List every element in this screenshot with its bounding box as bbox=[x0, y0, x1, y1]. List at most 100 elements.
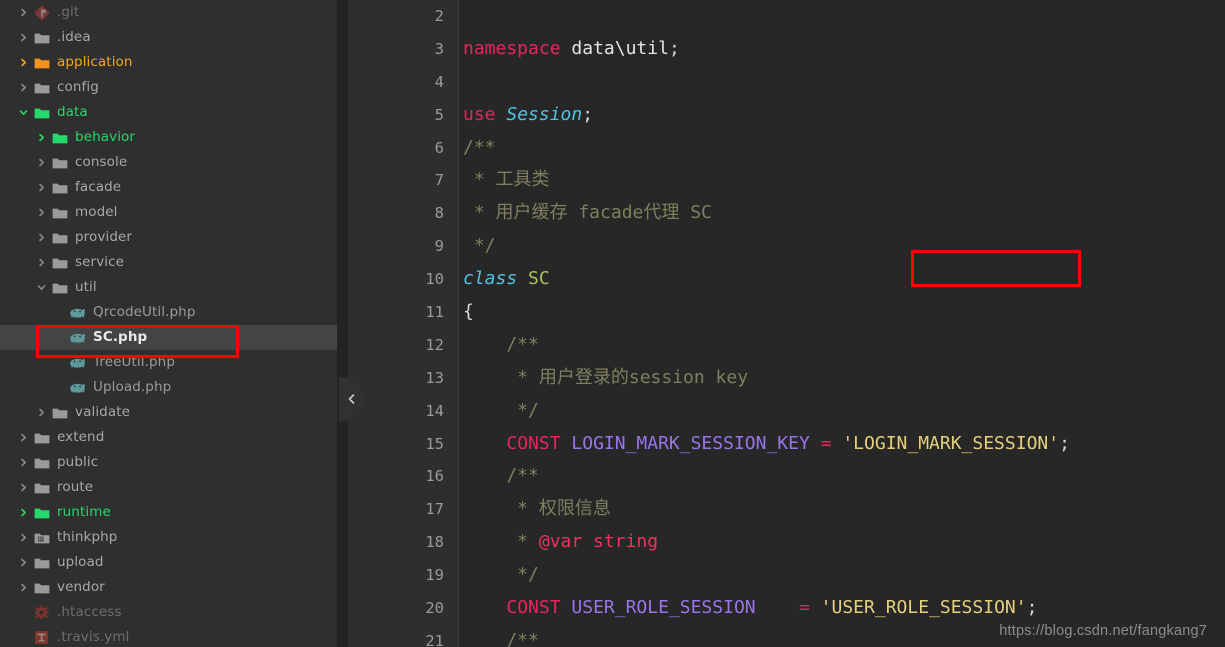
chevron-right-icon[interactable] bbox=[18, 82, 29, 93]
watermark-text: https://blog.csdn.net/fangkang7 bbox=[999, 623, 1207, 639]
tree-item-data[interactable]: data bbox=[0, 100, 337, 125]
tree-item-travis-yml[interactable]: .travis.yml bbox=[0, 625, 337, 647]
tree-item-runtime[interactable]: runtime bbox=[0, 500, 337, 525]
tree-item-label: QrcodeUtil.php bbox=[93, 303, 196, 320]
code-token: */ bbox=[463, 235, 496, 257]
chevron-right-icon[interactable] bbox=[18, 457, 29, 468]
tree-item-provider[interactable]: provider bbox=[0, 225, 337, 250]
code-line[interactable]: class SC bbox=[459, 263, 1225, 296]
chevron-right-icon[interactable] bbox=[18, 582, 29, 593]
folder-icon bbox=[33, 29, 50, 46]
code-line[interactable]: /** bbox=[459, 132, 1225, 165]
tree-item-vendor[interactable]: vendor bbox=[0, 575, 337, 600]
chevron-right-icon[interactable] bbox=[36, 407, 47, 418]
chevron-right-icon[interactable] bbox=[36, 157, 47, 168]
chevron-right-icon[interactable] bbox=[36, 132, 47, 143]
tree-item-public[interactable]: public bbox=[0, 450, 337, 475]
chevron-right-icon[interactable] bbox=[36, 207, 47, 218]
folder-icon bbox=[51, 154, 68, 171]
tree-item-treeutil-php[interactable]: TreeUtil.php bbox=[0, 350, 337, 375]
tree-item-application[interactable]: application bbox=[0, 50, 337, 75]
tree-item-label: .idea bbox=[57, 28, 91, 45]
tree-item-idea[interactable]: .idea bbox=[0, 25, 337, 50]
chevron-right-icon[interactable] bbox=[36, 257, 47, 268]
code-text-area[interactable]: namespace data\util; use Session; /** * 工… bbox=[459, 0, 1225, 647]
tree-item-git[interactable]: .git bbox=[0, 0, 337, 25]
tree-item-service[interactable]: service bbox=[0, 250, 337, 275]
chevron-right-icon[interactable] bbox=[18, 57, 29, 68]
tree-item-upload-php[interactable]: Upload.php bbox=[0, 375, 337, 400]
code-token: * 权限信息 bbox=[463, 498, 611, 520]
editor-pane[interactable]: 2 3 4 5 6 7 8 9 10 11 12 13 14 15 16 17 18 19 20 21 namespa… bbox=[348, 0, 1225, 647]
code-line[interactable]: CONST USER_ROLE_SESSION = 'USER_ROLE_SES… bbox=[459, 592, 1225, 625]
code-line[interactable]: * 用户缓存 facade代理 SC bbox=[459, 197, 1225, 230]
chevron-down-icon[interactable] bbox=[36, 282, 47, 293]
chevron-right-icon[interactable] bbox=[18, 482, 29, 493]
line-number: 3 bbox=[434, 39, 444, 58]
line-number: 14 bbox=[425, 401, 444, 420]
tree-item-qrcodeutil-php[interactable]: QrcodeUtil.php bbox=[0, 300, 337, 325]
tool-window-divider[interactable] bbox=[337, 0, 363, 647]
tree-item-extend[interactable]: extend bbox=[0, 425, 337, 450]
tree-item-behavior[interactable]: behavior bbox=[0, 125, 337, 150]
code-line[interactable]: { bbox=[459, 296, 1225, 329]
chevron-right-icon[interactable] bbox=[18, 432, 29, 443]
tree-item-label: facade bbox=[75, 178, 122, 195]
code-line[interactable]: * 用户登录的session key bbox=[459, 362, 1225, 395]
tree-item-route[interactable]: route bbox=[0, 475, 337, 500]
code-line[interactable]: use Session; bbox=[459, 99, 1225, 132]
chevron-right-icon[interactable] bbox=[18, 557, 29, 568]
chevron-right-icon[interactable] bbox=[36, 182, 47, 193]
code-token: */ bbox=[463, 399, 539, 421]
chevron-right-icon[interactable] bbox=[18, 532, 29, 543]
tree-item-sc-php[interactable]: SC.php bbox=[0, 325, 337, 350]
code-token: = bbox=[820, 432, 832, 454]
line-number: 17 bbox=[425, 500, 444, 519]
code-line[interactable]: /** bbox=[459, 329, 1225, 362]
folder-icon bbox=[51, 179, 68, 196]
code-line[interactable]: namespace data\util; bbox=[459, 33, 1225, 66]
php-file-icon bbox=[69, 329, 86, 346]
code-line[interactable] bbox=[459, 0, 1225, 33]
tree-item-upload[interactable]: upload bbox=[0, 550, 337, 575]
code-token: 'USER_ROLE_SESSION' bbox=[820, 597, 1027, 619]
code-token: ; bbox=[668, 37, 680, 59]
code-token: = bbox=[798, 597, 810, 619]
tree-item-label: upload bbox=[57, 553, 104, 570]
folder-icon bbox=[51, 279, 68, 296]
folder-green-icon bbox=[33, 104, 50, 121]
tree-item-util[interactable]: util bbox=[0, 275, 337, 300]
tree-item-thinkphp[interactable]: thinkphp bbox=[0, 525, 337, 550]
code-line[interactable]: */ bbox=[459, 395, 1225, 428]
code-line[interactable]: /** bbox=[459, 460, 1225, 493]
chevron-right-icon[interactable] bbox=[18, 7, 29, 18]
chevron-right-icon[interactable] bbox=[36, 232, 47, 243]
code-line[interactable] bbox=[459, 66, 1225, 99]
project-file-tree[interactable]: .git .idea application config data behav… bbox=[0, 0, 337, 647]
chevron-right-icon[interactable] bbox=[18, 507, 29, 518]
code-line[interactable]: CONST LOGIN_MARK_SESSION_KEY = 'LOGIN_MA… bbox=[459, 428, 1225, 461]
tree-item-label: SC.php bbox=[93, 328, 148, 345]
code-line[interactable]: * 工具类 bbox=[459, 164, 1225, 197]
code-line[interactable]: */ bbox=[459, 230, 1225, 263]
code-token: 'LOGIN_MARK_SESSION' bbox=[842, 432, 1060, 454]
tree-item-validate[interactable]: validate bbox=[0, 400, 337, 425]
code-line[interactable]: * @var string bbox=[459, 526, 1225, 559]
code-line[interactable]: * 权限信息 bbox=[459, 493, 1225, 526]
php-file-icon bbox=[69, 354, 86, 371]
chevron-down-icon[interactable] bbox=[18, 107, 29, 118]
tree-item-model[interactable]: model bbox=[0, 200, 337, 225]
ide-window: .git .idea application config data behav… bbox=[0, 0, 1225, 647]
code-line[interactable]: */ bbox=[459, 559, 1225, 592]
php-file-icon bbox=[69, 304, 86, 321]
project-tool-window[interactable]: .git .idea application config data behav… bbox=[0, 0, 337, 647]
tree-item-label: .travis.yml bbox=[57, 628, 130, 645]
tree-item-config[interactable]: config bbox=[0, 75, 337, 100]
tree-item-console[interactable]: console bbox=[0, 150, 337, 175]
tree-item-htaccess[interactable]: .htaccess bbox=[0, 600, 337, 625]
chevron-right-icon[interactable] bbox=[18, 32, 29, 43]
php-file-icon bbox=[69, 379, 86, 396]
tree-item-facade[interactable]: facade bbox=[0, 175, 337, 200]
